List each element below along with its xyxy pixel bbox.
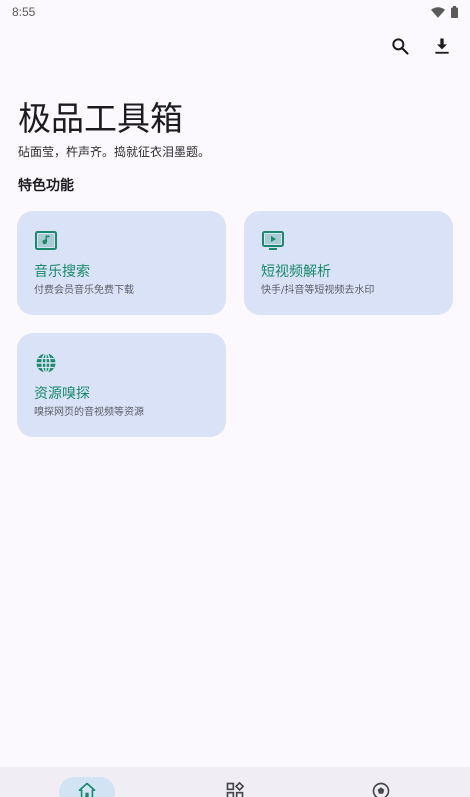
- feature-grid: 音乐搜索 付费会员音乐免费下载 短视频解析 快手/抖音等短视频去水印 资源嗅探 …: [17, 211, 453, 437]
- header: 极品工具箱 砧面莹，杵声齐。捣就征衣泪墨题。: [18, 98, 458, 160]
- card-title: 资源嗅探: [34, 386, 90, 402]
- nav-item-home[interactable]: [59, 777, 115, 797]
- card-desc: 快手/抖音等短视频去水印: [261, 285, 375, 296]
- apps-icon: [225, 777, 245, 797]
- video-parse-card[interactable]: 短视频解析 快手/抖音等短视频去水印: [244, 211, 453, 315]
- search-button[interactable]: [388, 36, 412, 60]
- section-title: 特色功能: [18, 178, 74, 194]
- music-note-icon: [34, 229, 209, 253]
- card-title: 音乐搜索: [34, 264, 90, 280]
- card-title: 短视频解析: [261, 264, 331, 280]
- nav-item-football[interactable]: [353, 777, 409, 797]
- card-desc: 付费会员音乐免费下载: [34, 285, 134, 296]
- music-search-card[interactable]: 音乐搜索 付费会员音乐免费下载: [17, 211, 226, 315]
- bottom-nav: [0, 767, 470, 797]
- video-play-icon: [261, 229, 436, 253]
- football-icon: [371, 777, 391, 797]
- resource-sniff-card[interactable]: 资源嗅探 嗅探网页的音视频等资源: [17, 333, 226, 437]
- app-title: 极品工具箱: [18, 99, 183, 138]
- download-button[interactable]: [430, 36, 454, 60]
- globe-icon: [34, 351, 209, 375]
- app-subtitle: 砧面莹，杵声齐。捣就征衣泪墨题。: [18, 145, 211, 159]
- wifi-icon: [431, 6, 445, 18]
- nav-item-apps[interactable]: [207, 777, 263, 797]
- download-icon: [432, 36, 452, 60]
- status-time: 8:55: [12, 5, 36, 19]
- top-actions: [388, 36, 454, 60]
- status-bar: 8:55: [0, 0, 470, 24]
- status-icons: [431, 6, 458, 18]
- battery-icon: [451, 6, 458, 18]
- card-desc: 嗅探网页的音视频等资源: [34, 407, 144, 418]
- search-icon: [390, 36, 410, 60]
